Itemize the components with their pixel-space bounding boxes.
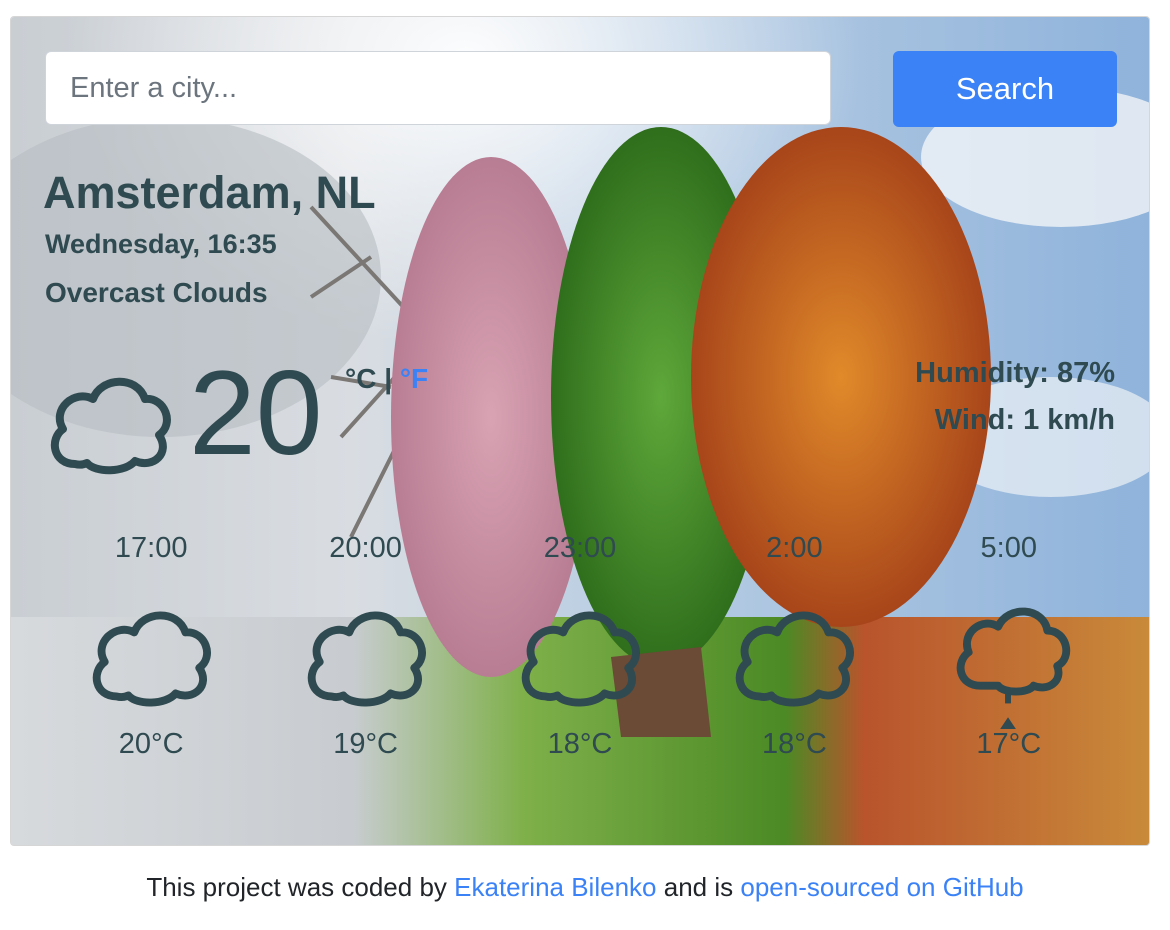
celsius-unit[interactable]: °C bbox=[345, 363, 376, 394]
cloud-icon bbox=[521, 611, 640, 707]
forecast-item: 5:00 17°C bbox=[902, 532, 1116, 772]
weather-description: Overcast Clouds bbox=[45, 277, 268, 308]
search-input[interactable] bbox=[45, 51, 831, 125]
hourly-forecast: 17:00 20°C 20:00 19°C 23:00 18°C 2:00 18… bbox=[44, 532, 1116, 772]
forecast-temperature: 18°C bbox=[761, 728, 827, 760]
forecast-temperature: 18°C bbox=[547, 728, 613, 760]
forecast-temperature: 20°C bbox=[118, 728, 184, 760]
forecast-temperature: 19°C bbox=[333, 728, 398, 760]
city-name: Amsterdam, NL bbox=[43, 167, 376, 218]
forecast-time: 5:00 bbox=[980, 532, 1037, 564]
fahrenheit-link[interactable]: °F bbox=[400, 363, 428, 394]
current-datetime: Wednesday, 16:35 bbox=[45, 229, 277, 259]
footer-middle: and is bbox=[663, 872, 734, 902]
current-temperature: 20 bbox=[189, 346, 323, 480]
cloud-icon bbox=[51, 377, 171, 475]
weather-card: Search Amsterdam, NL Wednesday, 16:35 Ov… bbox=[10, 16, 1150, 846]
forecast-item: 20:00 19°C bbox=[258, 532, 472, 772]
author-link[interactable]: Ekaterina Bilenko bbox=[454, 872, 656, 902]
unit-separator: | bbox=[384, 363, 393, 394]
cloud-icon bbox=[92, 611, 212, 707]
footer-prefix: This project was coded by bbox=[146, 872, 447, 902]
cloud-rain-icon bbox=[956, 607, 1070, 730]
search-button[interactable]: Search bbox=[893, 51, 1117, 127]
forecast-time: 20:00 bbox=[329, 532, 402, 564]
forecast-time: 2:00 bbox=[766, 532, 823, 564]
github-link[interactable]: open-sourced on GitHub bbox=[740, 872, 1023, 902]
unit-toggle: °C | °F bbox=[345, 363, 428, 395]
forecast-item: 17:00 20°C bbox=[44, 532, 258, 772]
forecast-time: 17:00 bbox=[114, 532, 188, 564]
cloud-icon bbox=[307, 611, 426, 707]
humidity-readout: Humidity: 87% bbox=[915, 357, 1115, 389]
footer: This project was coded by Ekaterina Bile… bbox=[0, 872, 1170, 903]
forecast-item: 23:00 18°C bbox=[473, 532, 687, 772]
forecast-time: 23:00 bbox=[543, 532, 617, 564]
wind-readout: Wind: 1 km/h bbox=[934, 404, 1115, 436]
forecast-temperature: 17°C bbox=[976, 728, 1042, 760]
forecast-item: 2:00 18°C bbox=[687, 532, 901, 772]
cloud-icon bbox=[736, 611, 855, 707]
